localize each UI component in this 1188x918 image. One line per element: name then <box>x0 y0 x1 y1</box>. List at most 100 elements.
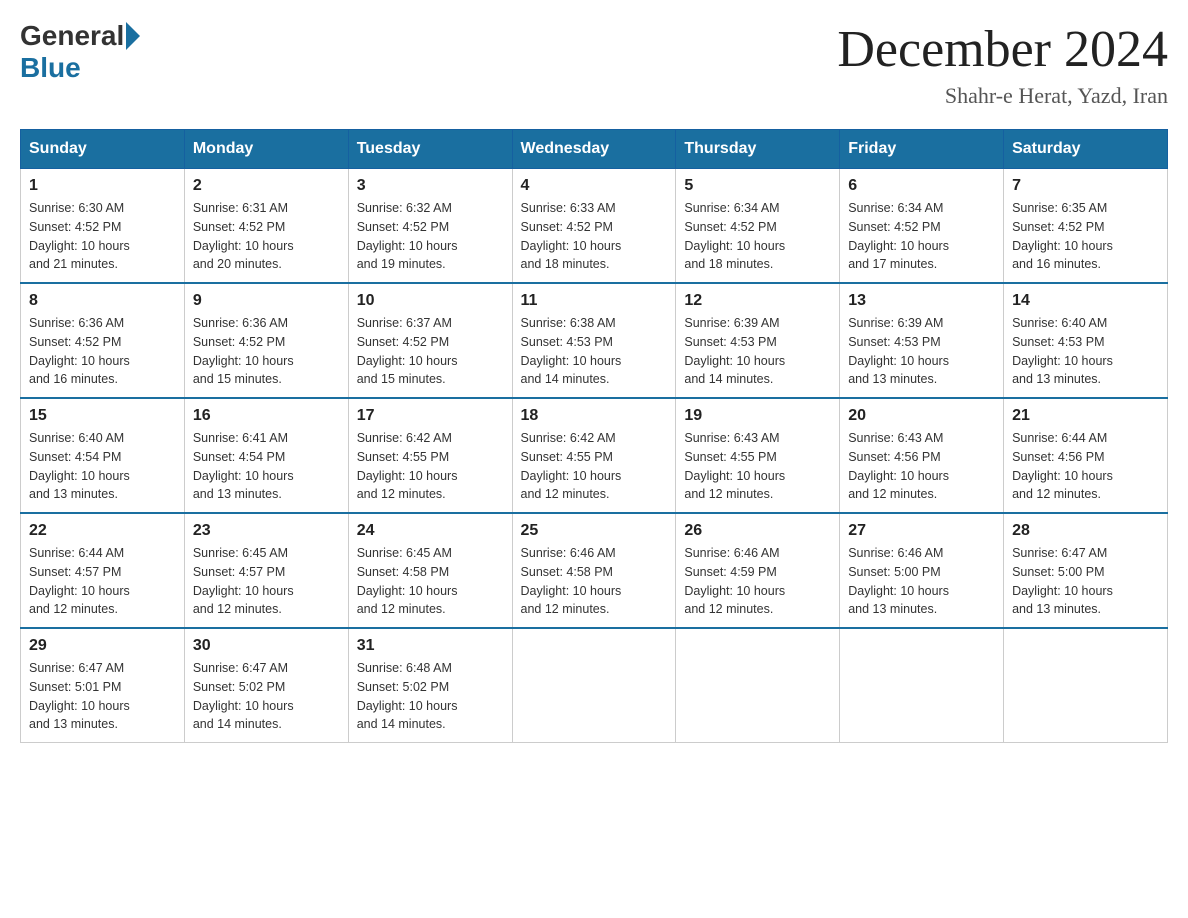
day-info: Sunrise: 6:31 AMSunset: 4:52 PMDaylight:… <box>193 201 294 271</box>
day-info: Sunrise: 6:38 AMSunset: 4:53 PMDaylight:… <box>521 316 622 386</box>
day-number: 22 <box>29 522 176 540</box>
day-number: 24 <box>357 522 504 540</box>
col-wednesday: Wednesday <box>512 130 676 169</box>
day-info: Sunrise: 6:47 AMSunset: 5:00 PMDaylight:… <box>1012 546 1113 616</box>
day-info: Sunrise: 6:40 AMSunset: 4:53 PMDaylight:… <box>1012 316 1113 386</box>
day-number: 17 <box>357 407 504 425</box>
calendar-cell: 24 Sunrise: 6:45 AMSunset: 4:58 PMDaylig… <box>348 513 512 628</box>
day-number: 4 <box>521 177 668 195</box>
calendar-cell: 29 Sunrise: 6:47 AMSunset: 5:01 PMDaylig… <box>21 628 185 743</box>
calendar-cell: 9 Sunrise: 6:36 AMSunset: 4:52 PMDayligh… <box>184 283 348 398</box>
day-info: Sunrise: 6:30 AMSunset: 4:52 PMDaylight:… <box>29 201 130 271</box>
day-info: Sunrise: 6:43 AMSunset: 4:56 PMDaylight:… <box>848 431 949 501</box>
day-number: 15 <box>29 407 176 425</box>
day-info: Sunrise: 6:36 AMSunset: 4:52 PMDaylight:… <box>193 316 294 386</box>
day-number: 7 <box>1012 177 1159 195</box>
day-info: Sunrise: 6:41 AMSunset: 4:54 PMDaylight:… <box>193 431 294 501</box>
calendar-cell: 28 Sunrise: 6:47 AMSunset: 5:00 PMDaylig… <box>1004 513 1168 628</box>
day-number: 6 <box>848 177 995 195</box>
logo-text: General <box>20 20 142 52</box>
month-title: December 2024 <box>837 20 1168 79</box>
day-info: Sunrise: 6:34 AMSunset: 4:52 PMDaylight:… <box>848 201 949 271</box>
calendar-cell: 3 Sunrise: 6:32 AMSunset: 4:52 PMDayligh… <box>348 169 512 284</box>
day-number: 31 <box>357 637 504 655</box>
calendar-cell: 5 Sunrise: 6:34 AMSunset: 4:52 PMDayligh… <box>676 169 840 284</box>
calendar-cell: 30 Sunrise: 6:47 AMSunset: 5:02 PMDaylig… <box>184 628 348 743</box>
day-info: Sunrise: 6:46 AMSunset: 5:00 PMDaylight:… <box>848 546 949 616</box>
calendar-table: Sunday Monday Tuesday Wednesday Thursday… <box>20 129 1168 743</box>
logo-blue: Blue <box>20 52 81 84</box>
col-friday: Friday <box>840 130 1004 169</box>
calendar-cell: 23 Sunrise: 6:45 AMSunset: 4:57 PMDaylig… <box>184 513 348 628</box>
day-info: Sunrise: 6:47 AMSunset: 5:01 PMDaylight:… <box>29 661 130 731</box>
day-info: Sunrise: 6:35 AMSunset: 4:52 PMDaylight:… <box>1012 201 1113 271</box>
col-saturday: Saturday <box>1004 130 1168 169</box>
day-number: 12 <box>684 292 831 310</box>
calendar-week-4: 22 Sunrise: 6:44 AMSunset: 4:57 PMDaylig… <box>21 513 1168 628</box>
logo: General Blue <box>20 20 142 84</box>
day-number: 27 <box>848 522 995 540</box>
day-number: 9 <box>193 292 340 310</box>
calendar-cell: 26 Sunrise: 6:46 AMSunset: 4:59 PMDaylig… <box>676 513 840 628</box>
calendar-cell: 27 Sunrise: 6:46 AMSunset: 5:00 PMDaylig… <box>840 513 1004 628</box>
day-number: 20 <box>848 407 995 425</box>
day-number: 2 <box>193 177 340 195</box>
day-number: 30 <box>193 637 340 655</box>
calendar-cell: 31 Sunrise: 6:48 AMSunset: 5:02 PMDaylig… <box>348 628 512 743</box>
day-number: 16 <box>193 407 340 425</box>
calendar-cell: 10 Sunrise: 6:37 AMSunset: 4:52 PMDaylig… <box>348 283 512 398</box>
day-info: Sunrise: 6:46 AMSunset: 4:58 PMDaylight:… <box>521 546 622 616</box>
calendar-week-2: 8 Sunrise: 6:36 AMSunset: 4:52 PMDayligh… <box>21 283 1168 398</box>
day-info: Sunrise: 6:45 AMSunset: 4:57 PMDaylight:… <box>193 546 294 616</box>
col-monday: Monday <box>184 130 348 169</box>
calendar-cell: 12 Sunrise: 6:39 AMSunset: 4:53 PMDaylig… <box>676 283 840 398</box>
day-number: 19 <box>684 407 831 425</box>
calendar-cell: 13 Sunrise: 6:39 AMSunset: 4:53 PMDaylig… <box>840 283 1004 398</box>
calendar-week-1: 1 Sunrise: 6:30 AMSunset: 4:52 PMDayligh… <box>21 169 1168 284</box>
calendar-cell: 6 Sunrise: 6:34 AMSunset: 4:52 PMDayligh… <box>840 169 1004 284</box>
calendar-cell: 22 Sunrise: 6:44 AMSunset: 4:57 PMDaylig… <box>21 513 185 628</box>
calendar-cell: 1 Sunrise: 6:30 AMSunset: 4:52 PMDayligh… <box>21 169 185 284</box>
day-info: Sunrise: 6:34 AMSunset: 4:52 PMDaylight:… <box>684 201 785 271</box>
day-info: Sunrise: 6:48 AMSunset: 5:02 PMDaylight:… <box>357 661 458 731</box>
day-number: 5 <box>684 177 831 195</box>
day-info: Sunrise: 6:42 AMSunset: 4:55 PMDaylight:… <box>357 431 458 501</box>
col-sunday: Sunday <box>21 130 185 169</box>
day-info: Sunrise: 6:45 AMSunset: 4:58 PMDaylight:… <box>357 546 458 616</box>
calendar-cell: 19 Sunrise: 6:43 AMSunset: 4:55 PMDaylig… <box>676 398 840 513</box>
day-number: 8 <box>29 292 176 310</box>
logo-arrow-icon <box>126 22 140 50</box>
day-info: Sunrise: 6:44 AMSunset: 4:57 PMDaylight:… <box>29 546 130 616</box>
title-section: December 2024 Shahr-e Herat, Yazd, Iran <box>837 20 1168 109</box>
day-info: Sunrise: 6:37 AMSunset: 4:52 PMDaylight:… <box>357 316 458 386</box>
calendar-cell: 4 Sunrise: 6:33 AMSunset: 4:52 PMDayligh… <box>512 169 676 284</box>
calendar-cell <box>840 628 1004 743</box>
day-info: Sunrise: 6:33 AMSunset: 4:52 PMDaylight:… <box>521 201 622 271</box>
calendar-cell: 18 Sunrise: 6:42 AMSunset: 4:55 PMDaylig… <box>512 398 676 513</box>
calendar-week-5: 29 Sunrise: 6:47 AMSunset: 5:01 PMDaylig… <box>21 628 1168 743</box>
calendar-cell: 16 Sunrise: 6:41 AMSunset: 4:54 PMDaylig… <box>184 398 348 513</box>
calendar-cell <box>1004 628 1168 743</box>
day-number: 18 <box>521 407 668 425</box>
day-number: 23 <box>193 522 340 540</box>
logo-general: General <box>20 20 124 52</box>
calendar-cell: 21 Sunrise: 6:44 AMSunset: 4:56 PMDaylig… <box>1004 398 1168 513</box>
calendar-cell: 2 Sunrise: 6:31 AMSunset: 4:52 PMDayligh… <box>184 169 348 284</box>
calendar-cell <box>512 628 676 743</box>
location-subtitle: Shahr-e Herat, Yazd, Iran <box>837 83 1168 109</box>
day-number: 25 <box>521 522 668 540</box>
day-number: 11 <box>521 292 668 310</box>
calendar-cell: 8 Sunrise: 6:36 AMSunset: 4:52 PMDayligh… <box>21 283 185 398</box>
calendar-cell: 11 Sunrise: 6:38 AMSunset: 4:53 PMDaylig… <box>512 283 676 398</box>
day-number: 28 <box>1012 522 1159 540</box>
day-info: Sunrise: 6:46 AMSunset: 4:59 PMDaylight:… <box>684 546 785 616</box>
day-info: Sunrise: 6:32 AMSunset: 4:52 PMDaylight:… <box>357 201 458 271</box>
calendar-cell: 20 Sunrise: 6:43 AMSunset: 4:56 PMDaylig… <box>840 398 1004 513</box>
calendar-cell: 15 Sunrise: 6:40 AMSunset: 4:54 PMDaylig… <box>21 398 185 513</box>
calendar-cell <box>676 628 840 743</box>
page-header: General Blue December 2024 Shahr-e Herat… <box>20 20 1168 109</box>
day-info: Sunrise: 6:42 AMSunset: 4:55 PMDaylight:… <box>521 431 622 501</box>
day-number: 14 <box>1012 292 1159 310</box>
col-tuesday: Tuesday <box>348 130 512 169</box>
day-info: Sunrise: 6:44 AMSunset: 4:56 PMDaylight:… <box>1012 431 1113 501</box>
